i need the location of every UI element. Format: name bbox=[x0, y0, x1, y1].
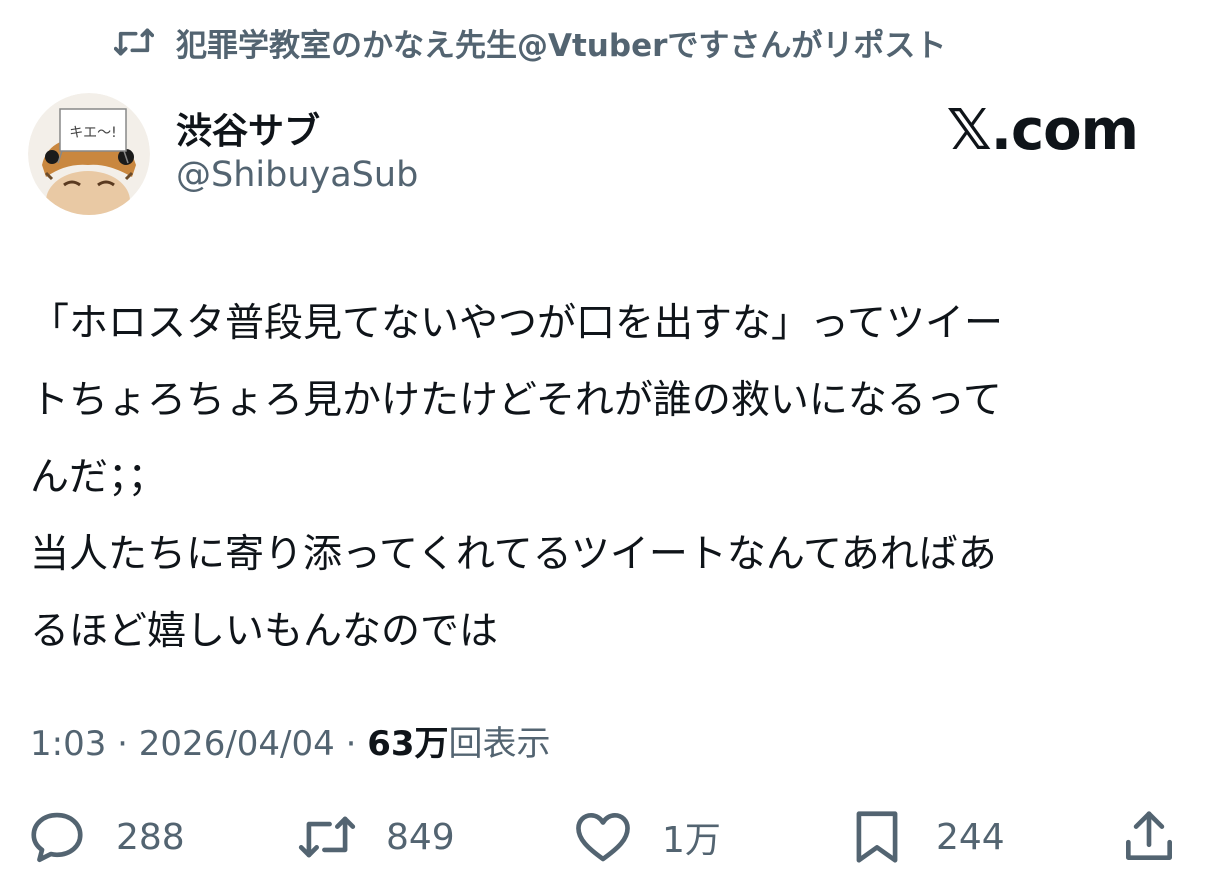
heart-icon bbox=[576, 812, 630, 862]
repost-icon bbox=[298, 816, 356, 858]
views-count: 63万 bbox=[367, 724, 449, 764]
like-count: 1万 bbox=[662, 820, 721, 861]
author-name[interactable]: 渋谷サブ bbox=[176, 102, 320, 154]
bookmark-icon bbox=[856, 811, 898, 863]
tweet-screenshot: 犯罪学教室のかなえ先生@Vtuberですさんがリポスト キエ〜! 渋谷サブ @S… bbox=[0, 0, 1206, 892]
avatar-image: キエ〜! bbox=[28, 93, 150, 215]
reply-button[interactable]: 288 bbox=[26, 800, 185, 874]
views-label: 回表示 bbox=[448, 724, 551, 764]
tweet-text-line: 「ホロスタ普段見てないやつが口を出すな」ってツイー bbox=[30, 301, 1004, 346]
like-button[interactable]: 1万 bbox=[572, 800, 721, 874]
svg-text:キエ〜!: キエ〜! bbox=[69, 125, 117, 141]
bookmark-count: 244 bbox=[936, 816, 1005, 858]
tweet-text-line: るほど嬉しいもんなのでは bbox=[30, 609, 499, 654]
meta-separator: · bbox=[106, 724, 139, 764]
tweet-date[interactable]: 2026/04/04 bbox=[139, 724, 335, 764]
author-handle[interactable]: @ShibuyaSub bbox=[176, 155, 418, 195]
tweet-text-line: トちょろちょろ見かけたけどそれが誰の救いになるって bbox=[30, 378, 1002, 423]
share-button[interactable] bbox=[1118, 800, 1180, 874]
repost-icon bbox=[114, 28, 154, 56]
action-bar: 288 849 1万 244 bbox=[0, 800, 1206, 874]
reply-count: 288 bbox=[116, 816, 185, 858]
repost-banner-text: 犯罪学教室のかなえ先生@Vtuberですさんがリポスト bbox=[176, 27, 947, 64]
meta-separator: · bbox=[334, 724, 368, 764]
avatar[interactable]: キエ〜! bbox=[28, 93, 150, 215]
x-com-watermark: 𝕏.com bbox=[946, 98, 1139, 163]
repost-banner[interactable]: 犯罪学教室のかなえ先生@Vtuberですさんがリポスト bbox=[114, 22, 947, 64]
tweet-text-line: 当人たちに寄り添ってくれてるツイートなんてあればあ bbox=[30, 532, 997, 577]
reply-icon bbox=[31, 812, 83, 863]
bookmark-button[interactable]: 244 bbox=[846, 800, 1005, 874]
tweet-meta: 1:03 · 2026/04/04 · 63万回表示 bbox=[30, 716, 551, 765]
tweet-text: 「ホロスタ普段見てないやつが口を出すな」ってツイー トちょろちょろ見かけたけどそ… bbox=[30, 285, 1160, 670]
share-icon bbox=[1126, 811, 1172, 860]
repost-button[interactable]: 849 bbox=[296, 800, 455, 874]
tweet-text-line: んだ；； bbox=[30, 455, 167, 500]
repost-count: 849 bbox=[386, 816, 455, 858]
tweet-time[interactable]: 1:03 bbox=[30, 724, 106, 764]
